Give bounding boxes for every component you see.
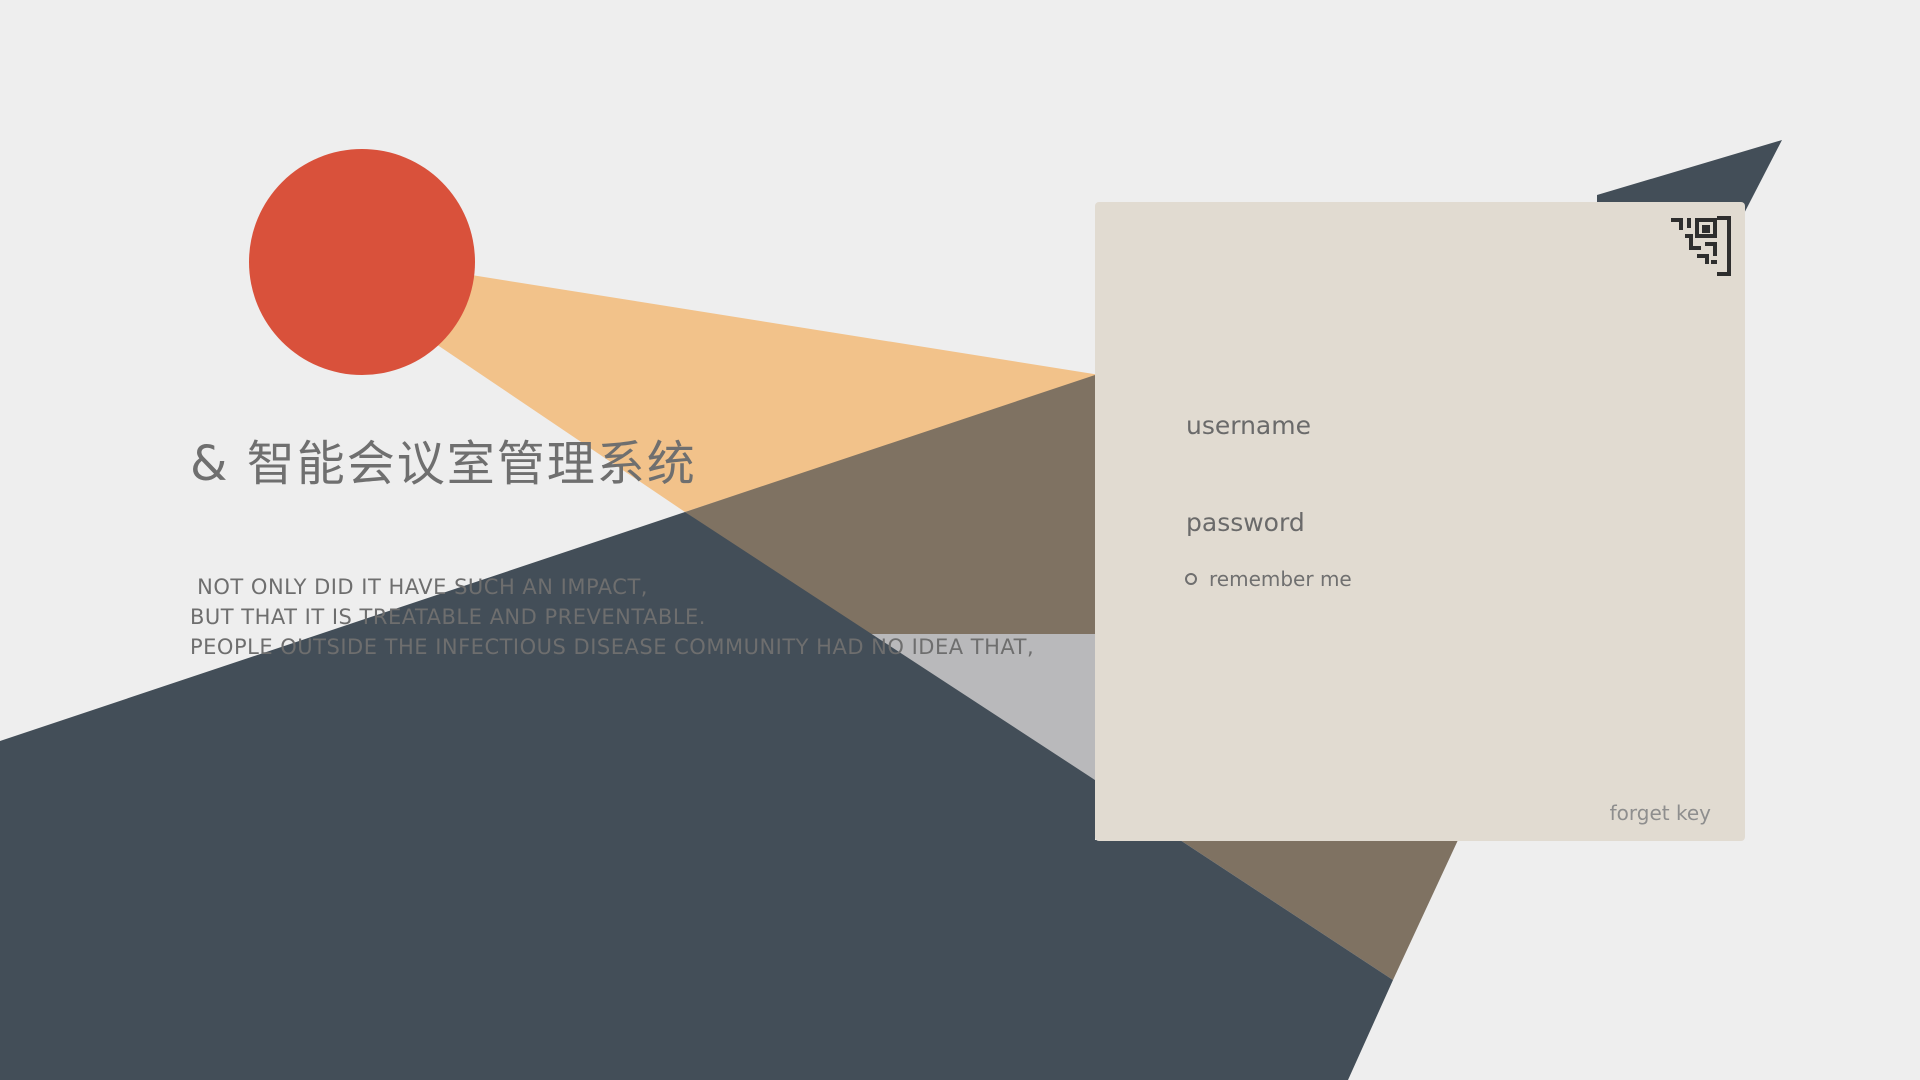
login-card: remember me forget key xyxy=(1095,202,1745,841)
password-input[interactable] xyxy=(1180,499,1660,545)
tagline-line-1: NOT ONLY DID IT HAVE SUCH AN IMPACT, xyxy=(190,575,648,599)
page-title: & 智能会议室管理系统 xyxy=(190,436,697,492)
username-input[interactable] xyxy=(1180,402,1660,448)
qr-code-icon[interactable] xyxy=(1671,216,1731,276)
tagline-line-2: BUT THAT IT IS TREATABLE AND PREVENTABLE… xyxy=(190,605,706,629)
tagline-line-3: PEOPLE OUTSIDE THE INFECTIOUS DISEASE CO… xyxy=(190,635,1035,659)
red-sun xyxy=(249,149,475,375)
remember-me-label: remember me xyxy=(1209,567,1352,591)
tagline-text: NOT ONLY DID IT HAVE SUCH AN IMPACT, BUT… xyxy=(190,572,1034,662)
remember-me-option[interactable]: remember me xyxy=(1185,567,1352,591)
remember-me-radio[interactable] xyxy=(1185,573,1197,585)
login-page: & 智能会议室管理系统 NOT ONLY DID IT HAVE SUCH AN… xyxy=(0,0,1920,1080)
forget-key-link[interactable]: forget key xyxy=(1610,801,1711,825)
